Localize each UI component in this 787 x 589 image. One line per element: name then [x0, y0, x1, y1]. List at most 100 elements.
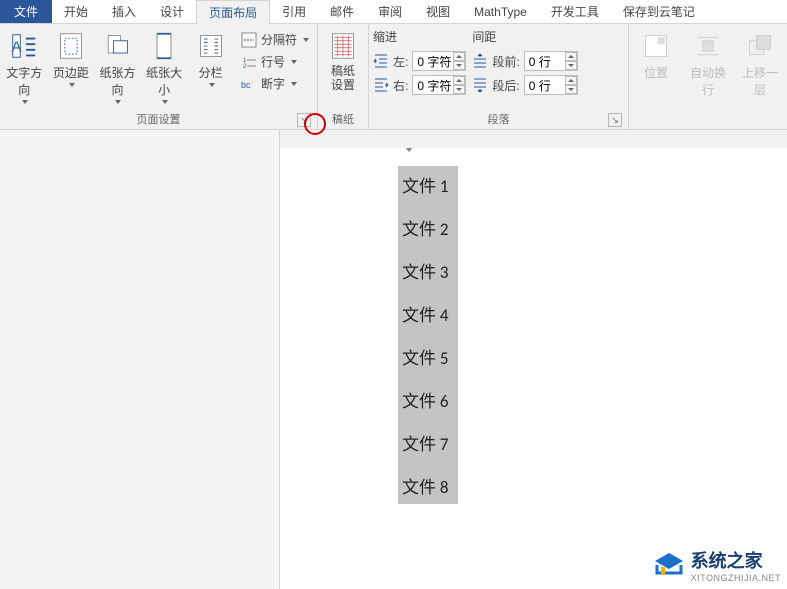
chevron-down-icon [209, 83, 215, 87]
list-item[interactable]: 文件 3 [398, 258, 448, 283]
watermark-cn: 系统之家 [691, 547, 781, 573]
page-area[interactable]: 文件 1 文件 2 文件 3 文件 4 文件 5 文件 6 文件 7 文件 8 [280, 130, 787, 589]
size-button[interactable]: 纸张大小 [144, 28, 185, 104]
size-label: 纸张大小 [144, 64, 185, 98]
list-item[interactable]: 文件 1 [398, 172, 448, 197]
tab-design[interactable]: 设计 [148, 0, 196, 23]
manuscript-settings-button[interactable]: 稿纸 设置 [322, 28, 364, 93]
list-item[interactable]: 文件 8 [398, 473, 448, 498]
columns-icon [195, 30, 227, 62]
group-paragraph-label: 段落 [488, 114, 510, 126]
space-after-down[interactable] [565, 85, 577, 94]
space-after-up[interactable] [565, 76, 577, 85]
wrap-icon [692, 30, 724, 62]
hyphenation-label: 断字 [261, 75, 285, 92]
chevron-down-icon [22, 100, 28, 104]
group-page-setup: A 文字方向 页边距 纸张方向 [0, 24, 318, 129]
list-item[interactable]: 文件 6 [398, 387, 448, 412]
left-gutter [0, 130, 280, 589]
ribbon-tabs: 文件 开始 插入 设计 页面布局 引用 邮件 审阅 视图 MathType 开发… [0, 0, 787, 24]
chevron-down-icon [115, 100, 121, 104]
ribbon-body: A 文字方向 页边距 纸张方向 [0, 24, 787, 130]
position-icon [640, 30, 672, 62]
wrap-button: 自动换行 [685, 28, 731, 98]
chevron-down-icon [291, 60, 297, 64]
space-before-label: 段前: [492, 53, 519, 70]
tab-home[interactable]: 开始 [52, 0, 100, 23]
space-before-down[interactable] [565, 61, 577, 70]
watermark-icon [653, 551, 685, 579]
list-item[interactable]: 文件 4 [398, 301, 448, 326]
group-manuscript-label: 稿纸 [332, 114, 354, 126]
ruler-indent-marker[interactable] [404, 146, 416, 158]
position-label: 位置 [644, 64, 668, 81]
group-manuscript: 稿纸 设置 稿纸 [318, 24, 369, 129]
list-item[interactable]: 文件 2 [398, 215, 448, 240]
manuscript-icon [327, 30, 359, 62]
space-after-label: 段后: [492, 77, 519, 94]
orientation-label: 纸张方向 [97, 64, 138, 98]
margins-button[interactable]: 页边距 [51, 28, 92, 87]
line-numbers-label: 行号 [261, 53, 285, 70]
tab-mailings[interactable]: 邮件 [318, 0, 366, 23]
columns-button[interactable]: 分栏 [190, 28, 231, 87]
watermark-en: XITONGZHIJIA.NET [691, 573, 781, 583]
bring-forward-label: 上移一层 [737, 64, 783, 98]
orientation-button[interactable]: 纸张方向 [97, 28, 138, 104]
paragraph-launcher[interactable]: ↘ [608, 113, 622, 127]
document-area: 文件 1 文件 2 文件 3 文件 4 文件 5 文件 6 文件 7 文件 8 [0, 130, 787, 589]
indent-left-label: 左: [393, 53, 408, 70]
svg-text:-: - [251, 80, 253, 86]
tab-save-cloud[interactable]: 保存到云笔记 [611, 0, 707, 23]
tab-review[interactable]: 审阅 [366, 0, 414, 23]
space-before-icon [472, 53, 488, 69]
line-numbers-button[interactable]: 12 行号 [237, 52, 313, 71]
indent-right-down[interactable] [453, 85, 465, 94]
bring-forward-button: 上移一层 [737, 28, 783, 98]
line-numbers-icon: 12 [241, 54, 257, 70]
chevron-down-icon [69, 83, 75, 87]
svg-text:2: 2 [243, 64, 247, 70]
hyphenation-icon: bc- [241, 76, 257, 92]
list-item[interactable]: 文件 5 [398, 344, 448, 369]
watermark: 系统之家 XITONGZHIJIA.NET [653, 547, 781, 583]
indent-right-label: 右: [393, 77, 408, 94]
tab-references[interactable]: 引用 [270, 0, 318, 23]
breaks-label: 分隔符 [261, 31, 297, 48]
tab-developer[interactable]: 开发工具 [539, 0, 611, 23]
tab-insert[interactable]: 插入 [100, 0, 148, 23]
svg-text:bc: bc [241, 80, 251, 90]
chevron-down-icon [162, 100, 168, 104]
tab-file[interactable]: 文件 [0, 0, 52, 23]
selected-text-column[interactable]: 文件 1 文件 2 文件 3 文件 4 文件 5 文件 6 文件 7 文件 8 [398, 166, 458, 504]
group-page-setup-label: 页面设置 [137, 114, 181, 126]
bring-forward-icon [744, 30, 776, 62]
text-direction-icon: A [8, 30, 40, 62]
margins-icon [55, 30, 87, 62]
tab-view[interactable]: 视图 [414, 0, 462, 23]
margins-label: 页边距 [53, 64, 89, 81]
ruler-horizontal[interactable] [380, 131, 440, 147]
group-paragraph: 缩进 左: 右: [369, 24, 629, 129]
indent-left-down[interactable] [453, 61, 465, 70]
list-item[interactable]: 文件 7 [398, 430, 448, 455]
tab-mathtype[interactable]: MathType [462, 2, 539, 22]
page-setup-launcher[interactable]: ↘ [297, 113, 311, 127]
breaks-icon [241, 32, 257, 48]
indent-left-icon [373, 53, 389, 69]
tab-page-layout[interactable]: 页面布局 [196, 0, 270, 24]
breaks-button[interactable]: 分隔符 [237, 30, 313, 49]
space-after-icon [472, 77, 488, 93]
group-arrange: 位置 自动换行 上移一层 [629, 24, 787, 129]
position-button: 位置 [633, 28, 679, 81]
text-direction-button[interactable]: A 文字方向 [4, 28, 45, 104]
indent-right-up[interactable] [453, 76, 465, 85]
chevron-down-icon [291, 82, 297, 86]
svg-text:A: A [12, 39, 22, 56]
chevron-down-icon [303, 38, 309, 42]
indent-right-icon [373, 77, 389, 93]
indent-left-up[interactable] [453, 52, 465, 61]
space-before-up[interactable] [565, 52, 577, 61]
spacing-title: 间距 [472, 28, 577, 47]
hyphenation-button[interactable]: bc- 断字 [237, 74, 313, 93]
